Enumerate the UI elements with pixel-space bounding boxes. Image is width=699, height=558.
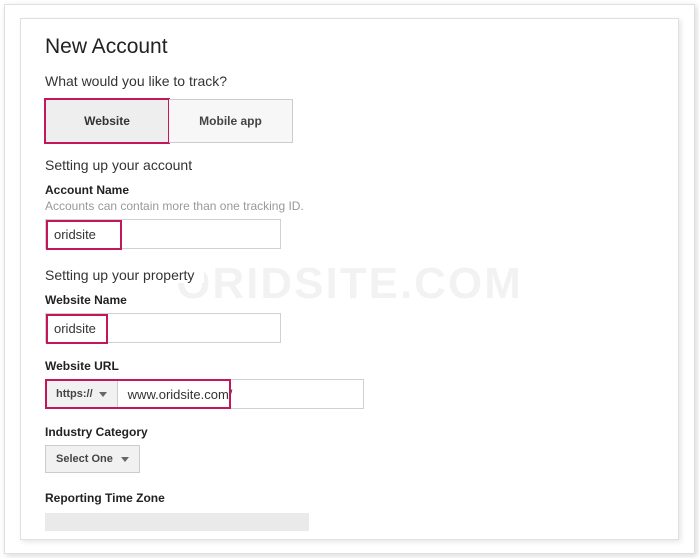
website-url-row: https:// www.oridsite.com/ bbox=[45, 379, 654, 409]
website-name-value: oridsite bbox=[46, 321, 104, 336]
section-account: Setting up your account bbox=[45, 157, 654, 173]
section-property: Setting up your property bbox=[45, 267, 654, 283]
website-url-value: www.oridsite.com/ bbox=[118, 387, 243, 402]
website-url-label: Website URL bbox=[45, 359, 654, 373]
tab-mobile-app[interactable]: Mobile app bbox=[169, 99, 293, 143]
page-title: New Account bbox=[45, 35, 654, 59]
tab-website[interactable]: Website bbox=[45, 99, 169, 143]
chevron-down-icon bbox=[99, 392, 107, 397]
url-scheme-value: https:// bbox=[56, 388, 93, 400]
timezone-placeholder bbox=[45, 513, 309, 531]
industry-select-value: Select One bbox=[56, 453, 113, 465]
account-name-value: oridsite bbox=[46, 227, 104, 242]
chevron-down-icon bbox=[121, 457, 129, 462]
track-tabs: Website Mobile app bbox=[45, 99, 654, 143]
account-name-label: Account Name bbox=[45, 183, 654, 197]
url-scheme-select[interactable]: https:// bbox=[45, 379, 118, 409]
industry-label: Industry Category bbox=[45, 425, 654, 439]
website-name-input[interactable]: oridsite bbox=[45, 313, 281, 343]
website-url-input[interactable]: www.oridsite.com/ bbox=[118, 379, 364, 409]
website-name-label: Website Name bbox=[45, 293, 654, 307]
account-name-hint: Accounts can contain more than one track… bbox=[45, 199, 654, 213]
account-name-input[interactable]: oridsite bbox=[45, 219, 281, 249]
timezone-label: Reporting Time Zone bbox=[45, 491, 654, 505]
industry-select[interactable]: Select One bbox=[45, 445, 140, 473]
track-prompt: What would you like to track? bbox=[45, 73, 654, 89]
